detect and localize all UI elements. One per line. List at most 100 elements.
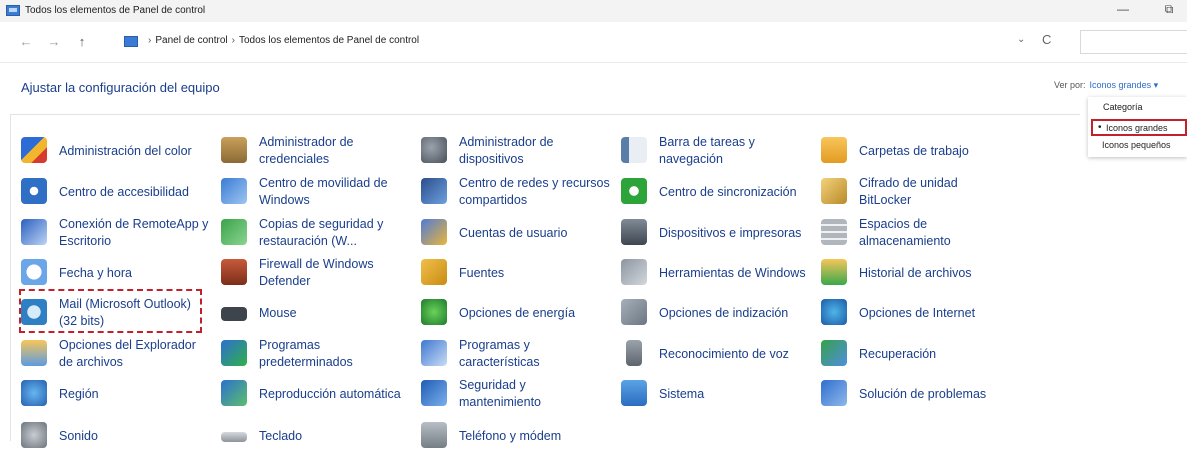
control-panel-item-label: Opciones de energía xyxy=(459,306,576,320)
work-folders-icon xyxy=(821,137,847,163)
breadcrumb-control-panel[interactable]: Panel de control xyxy=(155,35,227,46)
control-panel-item-label: Centro de sincronización xyxy=(659,185,797,199)
control-panel-item[interactable]: Herramientas de Windows xyxy=(621,253,817,293)
control-panel-item[interactable]: Reproducción automática xyxy=(221,374,417,414)
minimize-button[interactable]: — xyxy=(1112,2,1134,16)
control-panel-item[interactable]: Sistema xyxy=(621,374,817,414)
view-option-small-icons[interactable]: Iconos pequeños xyxy=(1088,137,1187,154)
control-panel-item[interactable]: Espacios de almacenamiento xyxy=(821,213,1017,253)
control-panel-item[interactable]: Programas predeterminados xyxy=(221,334,417,374)
control-panel-item[interactable]: Opciones de indización xyxy=(621,293,817,333)
control-panel-item[interactable]: Centro de movilidad de Windows xyxy=(221,172,417,212)
control-panel-item-label: Programas y características xyxy=(459,338,540,369)
control-panel-item-label: Solución de problemas xyxy=(859,387,987,401)
sound-icon xyxy=(21,422,47,448)
mouse-icon xyxy=(221,307,247,321)
control-panel-item-label: Administración del color xyxy=(59,144,192,158)
control-panel-item-label: Centro de redes y recursos compartidos xyxy=(459,176,610,207)
view-by-dropdown[interactable]: Iconos grandes ▾ xyxy=(1090,80,1159,90)
control-panel-item-label: Espacios de almacenamiento xyxy=(859,217,951,248)
control-panel-item-label: Opciones del Explorador de archivos xyxy=(59,338,196,369)
control-panel-item[interactable]: Administrador de dispositivos xyxy=(421,131,617,171)
control-panel-item-label: Dispositivos e impresoras xyxy=(659,226,802,240)
view-option-category[interactable]: Categoría xyxy=(1088,99,1187,116)
control-panel-item[interactable]: Fecha y hora xyxy=(21,253,217,293)
control-panel-item-label: Programas predeterminados xyxy=(259,338,353,369)
control-panel-item[interactable]: Dispositivos e impresoras xyxy=(621,213,817,253)
breadcrumb-all-items[interactable]: Todos los elementos de Panel de control xyxy=(239,35,419,46)
control-panel-item[interactable]: Teléfono y módem xyxy=(421,416,617,456)
selected-bullet-icon: • xyxy=(1098,122,1102,133)
control-panel-item[interactable]: Solución de problemas xyxy=(821,374,1017,414)
refresh-icon[interactable]: C xyxy=(1042,32,1051,47)
control-panel-item[interactable]: Cifrado de unidad BitLocker xyxy=(821,172,1017,212)
control-panel-item[interactable]: Programas y características xyxy=(421,334,617,374)
power-options-icon xyxy=(421,299,447,325)
breadcrumb-separator-icon: › xyxy=(231,35,235,46)
control-panel-item[interactable]: Firewall de Windows Defender xyxy=(221,253,417,293)
control-panel-item[interactable]: Historial de archivos xyxy=(821,253,1017,293)
recovery-icon xyxy=(821,340,847,366)
control-panel-item[interactable]: Cuentas de usuario xyxy=(421,213,617,253)
control-panel-item-label: Seguridad y mantenimiento xyxy=(459,378,541,409)
control-panel-item[interactable]: Centro de sincronización xyxy=(621,172,817,212)
control-panel-item[interactable]: Teclado xyxy=(221,416,417,456)
control-panel-item[interactable]: Recuperación xyxy=(821,334,1017,374)
troubleshooting-icon xyxy=(821,380,847,406)
credential-manager-icon xyxy=(221,137,247,163)
control-panel-item-label: Conexión de RemoteApp y Escritorio xyxy=(59,217,209,248)
control-panel-item[interactable]: Sonido xyxy=(21,416,217,456)
control-panel-item-label: Firewall de Windows Defender xyxy=(259,257,374,288)
backup-icon xyxy=(221,219,247,245)
autoplay-icon xyxy=(221,380,247,406)
control-panel-item-label: Carpetas de trabajo xyxy=(859,144,969,158)
control-panel-item[interactable]: Barra de tareas y navegación xyxy=(621,131,817,171)
control-panel-item[interactable]: Copias de seguridad y restauración (W... xyxy=(221,213,417,253)
sync-center-icon xyxy=(621,178,647,204)
control-panel-item-label: Administrador de credenciales xyxy=(259,135,354,166)
storage-spaces-icon xyxy=(821,219,847,245)
user-accounts-icon xyxy=(421,219,447,245)
control-panel-item[interactable]: Seguridad y mantenimiento xyxy=(421,374,617,414)
control-panel-item[interactable]: Opciones del Explorador de archivos xyxy=(21,334,217,374)
control-panel-item[interactable]: Carpetas de trabajo xyxy=(821,131,1017,171)
control-panel-item[interactable]: Opciones de energía xyxy=(421,293,617,333)
view-by: Ver por: Iconos grandes ▾ xyxy=(1054,80,1158,91)
windows-tools-icon xyxy=(621,259,647,285)
up-button[interactable]: ↑ xyxy=(74,34,90,49)
breadcrumb-separator-icon: › xyxy=(148,35,152,46)
forward-button[interactable]: → xyxy=(46,34,62,49)
control-panel-item-label: Fuentes xyxy=(459,266,505,280)
control-panel-item-label: Mouse xyxy=(259,306,297,320)
accessibility-icon xyxy=(21,178,47,204)
control-panel-item[interactable]: Fuentes xyxy=(421,253,617,293)
search-input[interactable] xyxy=(1080,30,1187,54)
chevron-down-icon[interactable]: ⌄ xyxy=(1017,34,1025,45)
control-panel-item[interactable]: Mouse xyxy=(221,293,417,333)
control-panel-icon xyxy=(6,5,20,16)
window-title: Todos los elementos de Panel de control xyxy=(25,5,206,16)
control-panel-item-label: Barra de tareas y navegación xyxy=(659,135,755,166)
back-button[interactable]: ← xyxy=(18,34,34,49)
phone-modem-icon xyxy=(421,422,447,448)
control-panel-item-label: Teclado xyxy=(259,429,303,443)
default-programs-icon xyxy=(221,340,247,366)
control-panel-item[interactable]: Región xyxy=(21,374,217,414)
control-panel-item[interactable]: Centro de accesibilidad xyxy=(21,172,217,212)
control-panel-item[interactable]: Centro de redes y recursos compartidos xyxy=(421,172,617,212)
control-panel-item-label: Fecha y hora xyxy=(59,266,132,280)
control-panel-item-label: Herramientas de Windows xyxy=(659,266,806,280)
view-option-large-icons[interactable]: • Iconos grandes xyxy=(1091,119,1187,136)
control-panel-item[interactable]: Conexión de RemoteApp y Escritorio xyxy=(21,213,217,253)
divider xyxy=(10,114,11,441)
page-title: Ajustar la configuración del equipo xyxy=(21,80,220,95)
control-panel-item-label: Opciones de indización xyxy=(659,306,789,320)
control-panel-item-label: Sonido xyxy=(59,429,98,443)
control-panel-item[interactable]: Opciones de Internet xyxy=(821,293,1017,333)
control-panel-item[interactable]: Reconocimiento de voz xyxy=(621,334,817,374)
control-panel-item-label: Cuentas de usuario xyxy=(459,226,568,240)
restore-button[interactable]: ⧉ xyxy=(1158,2,1180,17)
address-bar[interactable]: › Panel de control › Todos los elementos de… xyxy=(112,30,1072,54)
control-panel-item[interactable]: Administrador de credenciales xyxy=(221,131,417,171)
control-panel-item[interactable]: Administración del color xyxy=(21,131,217,171)
